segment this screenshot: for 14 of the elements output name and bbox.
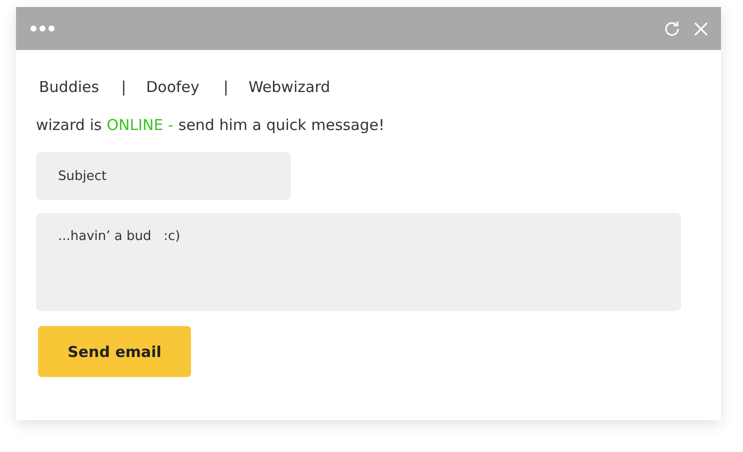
breadcrumb-link[interactable]: Webwizard	[248, 78, 330, 96]
breadcrumb-link[interactable]: Doofey	[146, 78, 200, 96]
breadcrumb-separator: |	[121, 78, 126, 96]
close-icon[interactable]	[694, 22, 708, 36]
more-icon[interactable]	[30, 25, 55, 32]
breadcrumb-separator: |	[223, 78, 228, 96]
status-text: wizard is	[36, 116, 102, 134]
refresh-icon[interactable]	[663, 20, 681, 38]
subject-field[interactable]: Subject	[36, 152, 291, 200]
online-status: ONLINE -	[106, 116, 174, 134]
status-message: send him a quick message!	[178, 116, 385, 134]
send-email-button[interactable]: Send email	[38, 326, 191, 377]
message-field[interactable]: ...havin’ a bud :c)	[36, 213, 681, 311]
breadcrumb-link[interactable]: Buddies	[39, 78, 100, 96]
